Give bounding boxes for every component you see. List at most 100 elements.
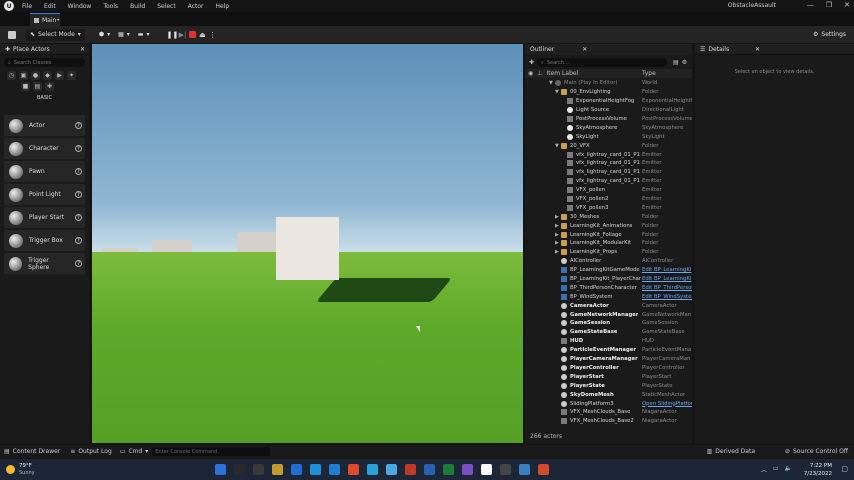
recent-icon[interactable]: ◷ bbox=[7, 71, 16, 80]
outliner-row[interactable]: BP_LearningKit_PlayerChar Edit BP_Learnin… bbox=[525, 275, 692, 284]
taskbar-app-icon[interactable] bbox=[271, 464, 283, 475]
close-icon[interactable]: ✕ bbox=[844, 1, 850, 9]
taskbar-app-icon[interactable] bbox=[309, 464, 321, 475]
outliner-tab[interactable]: Outliner ✕ bbox=[525, 44, 692, 55]
play-options-button[interactable]: ⋮ bbox=[207, 30, 217, 40]
outliner-type-link[interactable]: Open SlidingPlatfor bbox=[642, 401, 692, 407]
taskbar-app-icon[interactable] bbox=[347, 464, 359, 475]
help-icon[interactable]: ? bbox=[75, 191, 82, 198]
outliner-row[interactable]: ▼ 00_EnvLighting Folder bbox=[525, 88, 692, 97]
chevron-up-icon[interactable]: ︿ bbox=[761, 465, 767, 474]
outliner-type-link[interactable]: Edit BP_ThirdPerson bbox=[642, 285, 692, 291]
menu-build[interactable]: Build bbox=[130, 3, 145, 10]
unreal-logo-icon[interactable]: U bbox=[4, 1, 14, 11]
expand-arrow-icon[interactable]: ▶ bbox=[555, 214, 560, 220]
eject-button[interactable]: ⏏ bbox=[197, 30, 207, 40]
all-classes-icon[interactable]: ✚ bbox=[45, 82, 54, 91]
help-icon[interactable]: ? bbox=[75, 122, 82, 129]
outliner-row[interactable]: SlidingPlatform3 Open SlidingPlatfor bbox=[525, 399, 692, 408]
taskbar-app-icon[interactable] bbox=[328, 464, 340, 475]
menu-select[interactable]: Select bbox=[157, 3, 176, 10]
source-control-button[interactable]: ⊘ Source Control Off bbox=[785, 448, 848, 455]
content-drawer-button[interactable]: ▤ Content Drawer bbox=[4, 448, 60, 455]
console-command-input[interactable]: Enter Console Command bbox=[152, 447, 271, 456]
taskbar-app-icon[interactable] bbox=[499, 464, 511, 475]
taskbar-app-icon[interactable] bbox=[480, 464, 492, 475]
outliner-row[interactable]: VFX_pollen3 Emitter bbox=[525, 203, 692, 212]
details-tab[interactable]: ☰ Details ✕ bbox=[695, 44, 854, 55]
taskbar-app-icon[interactable] bbox=[233, 464, 245, 475]
tab-main[interactable]: Main• bbox=[30, 13, 60, 26]
help-icon[interactable]: ? bbox=[75, 145, 82, 152]
outliner-row[interactable]: VFX_pollen2 Emitter bbox=[525, 195, 692, 204]
expand-arrow-icon[interactable]: ▶ bbox=[555, 223, 560, 229]
outliner-row[interactable]: vfx_lightray_card_01_P1 Emitter bbox=[525, 168, 692, 177]
volume-icon[interactable]: 🔈 bbox=[785, 465, 792, 474]
outliner-row[interactable]: PlayerCameraManager PlayerCameraMan bbox=[525, 355, 692, 364]
close-tab-icon[interactable]: ✕ bbox=[80, 46, 85, 53]
place-actor-character[interactable]: Character? bbox=[4, 138, 85, 159]
expand-arrow-icon[interactable]: ▼ bbox=[549, 80, 554, 86]
outliner-row[interactable]: BP_LearningKitGameMode Edit BP_LearningKi bbox=[525, 266, 692, 275]
geometry-icon[interactable]: ■ bbox=[21, 82, 30, 91]
outliner-row[interactable]: ▶ LearningKit_Props Folder bbox=[525, 248, 692, 257]
taskbar-app-icon[interactable] bbox=[518, 464, 530, 475]
menu-tools[interactable]: Tools bbox=[103, 3, 118, 10]
outliner-row[interactable]: VFX_MeshClouds_Base2 NiagaraActor bbox=[525, 417, 692, 426]
menu-edit[interactable]: Edit bbox=[44, 3, 56, 10]
expand-arrow-icon[interactable]: ▶ bbox=[555, 249, 560, 255]
outliner-row[interactable]: PostProcessVolume PostProcessVolume bbox=[525, 115, 692, 124]
help-icon[interactable]: ? bbox=[75, 237, 82, 244]
taskbar-app-icon[interactable] bbox=[442, 464, 454, 475]
output-log-button[interactable]: ≡ Output Log bbox=[70, 448, 112, 455]
cmd-dropdown[interactable]: ▭ Cmd ▾ bbox=[120, 448, 149, 455]
outliner-row[interactable]: PlayerStart PlayerStart bbox=[525, 372, 692, 381]
place-actor-player-start[interactable]: Player Start? bbox=[4, 207, 85, 228]
outliner-row[interactable]: AIController AIController bbox=[525, 257, 692, 266]
taskbar-app-icon[interactable] bbox=[385, 464, 397, 475]
menu-file[interactable]: File bbox=[22, 3, 32, 10]
outliner-row[interactable]: ▶ LearningKit_Foliage Folder bbox=[525, 230, 692, 239]
cinematic-icon[interactable]: ▶ bbox=[55, 71, 64, 80]
outliner-row[interactable]: HUD HUD bbox=[525, 337, 692, 346]
level-viewport[interactable] bbox=[92, 44, 523, 443]
outliner-row[interactable]: ▶ LearningKit_Animations Folder bbox=[525, 221, 692, 230]
outliner-type-link[interactable]: Edit BP_LearningKi bbox=[642, 276, 692, 282]
select-mode-dropdown[interactable]: ⬉ Select Mode ▾ bbox=[26, 28, 85, 41]
save-button[interactable] bbox=[4, 29, 20, 41]
weather-widget[interactable]: 79°F Sunny bbox=[6, 463, 35, 477]
outliner-row[interactable]: SkyLight SkyLight bbox=[525, 132, 692, 141]
outliner-row[interactable]: VFX_MeshClouds_Base NiagaraActor bbox=[525, 408, 692, 417]
add-icon[interactable]: ✚ bbox=[529, 59, 534, 66]
visual-effects-icon[interactable]: ✦ bbox=[67, 71, 76, 80]
expand-arrow-icon[interactable]: ▶ bbox=[555, 240, 560, 246]
outliner-row[interactable]: CameraActor CameraActor bbox=[525, 301, 692, 310]
expand-arrow-icon[interactable]: ▶ bbox=[555, 232, 560, 238]
outliner-row[interactable]: GameStateBase GameStateBase bbox=[525, 328, 692, 337]
lights-icon[interactable]: ● bbox=[31, 71, 40, 80]
cinematics-button[interactable]: ▬ ▾ bbox=[134, 29, 154, 41]
outliner-row[interactable]: vfx_lightray_card_01_P1 Emitter bbox=[525, 177, 692, 186]
menu-help[interactable]: Help bbox=[216, 3, 230, 10]
outliner-row[interactable]: ▶ 30_Meshes Folder bbox=[525, 212, 692, 221]
outliner-row[interactable]: ▶ LearningKit_ModularKit Folder bbox=[525, 239, 692, 248]
place-actor-trigger-sphere[interactable]: Trigger Sphere? bbox=[4, 253, 85, 274]
expand-arrow-icon[interactable]: ▼ bbox=[555, 89, 560, 95]
place-actor-pawn[interactable]: Pawn? bbox=[4, 161, 85, 182]
folder-add-icon[interactable]: ▤ bbox=[673, 59, 679, 66]
place-actor-trigger-box[interactable]: Trigger Box? bbox=[4, 230, 85, 251]
stop-button[interactable] bbox=[187, 30, 197, 40]
pin-icon[interactable]: ⊥ bbox=[537, 70, 542, 77]
maximize-icon[interactable]: ❐ bbox=[826, 1, 832, 9]
volumes-icon[interactable]: ▤ bbox=[33, 82, 42, 91]
place-actor-point-light[interactable]: Point Light? bbox=[4, 184, 85, 205]
help-icon[interactable]: ? bbox=[75, 168, 82, 175]
column-type[interactable]: Type bbox=[642, 70, 656, 77]
taskbar-app-icon[interactable] bbox=[404, 464, 416, 475]
taskbar-app-icon[interactable] bbox=[537, 464, 549, 475]
outliner-row[interactable]: ExponentialHeightFog ExponentialHeightF bbox=[525, 97, 692, 106]
column-item-label[interactable]: Item Label bbox=[546, 70, 578, 77]
settings-button[interactable]: ⚙ Settings bbox=[809, 29, 850, 41]
minimize-icon[interactable]: — bbox=[807, 1, 814, 9]
menu-window[interactable]: Window bbox=[68, 3, 92, 10]
